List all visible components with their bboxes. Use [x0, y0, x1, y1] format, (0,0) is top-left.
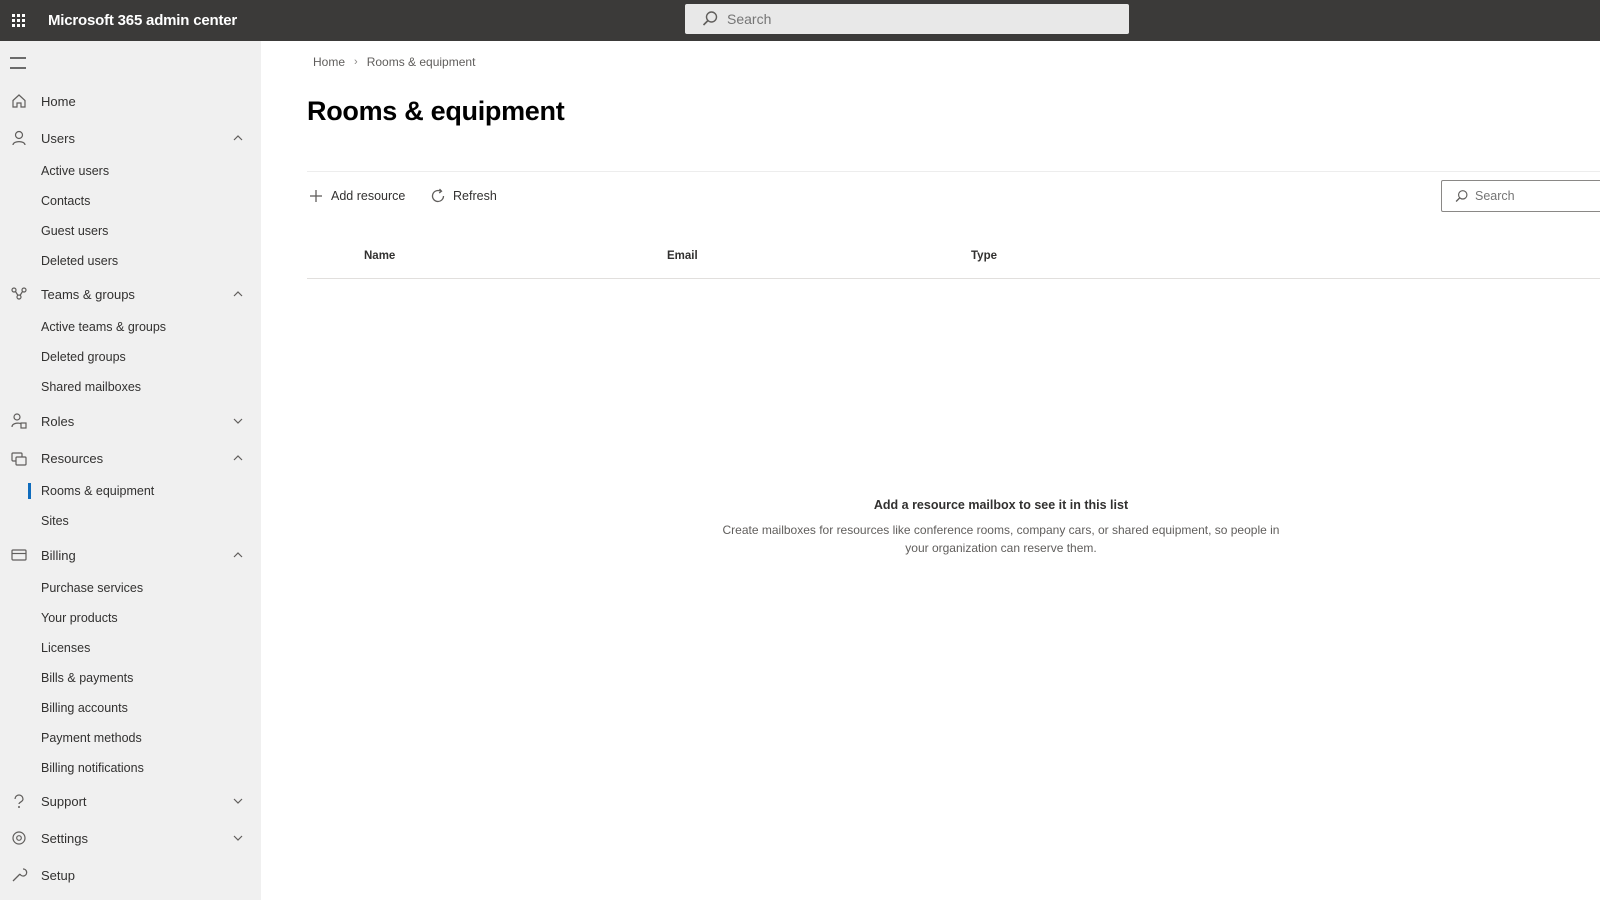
nav-subitem-billing-notifications[interactable]: Billing notifications [0, 754, 261, 782]
search-icon [1455, 189, 1468, 202]
nav-subitem-billing-accounts[interactable]: Billing accounts [0, 694, 261, 722]
refresh-icon [431, 188, 445, 203]
nav-subitem-label: Billing notifications [41, 761, 144, 775]
user-icon [12, 130, 26, 146]
roles-icon [11, 413, 27, 429]
chevron-right-icon: › [354, 56, 358, 68]
app-launcher-button[interactable] [0, 0, 36, 41]
nav-subitem-label: Active teams & groups [41, 320, 167, 334]
nav-subitem-label: Deleted users [41, 254, 119, 268]
header-divider [307, 278, 1600, 279]
chevron-down-icon[interactable] [232, 415, 244, 427]
nav-item-settings[interactable]: Settings [0, 823, 261, 853]
nav-subitem-deleted-groups[interactable]: Deleted groups [0, 343, 261, 371]
empty-state-title: Add a resource mailbox to see it in this… [873, 498, 1129, 512]
nav-item-billing[interactable]: Billing [0, 540, 261, 570]
billing-icon [11, 549, 27, 561]
gear-icon [12, 831, 26, 845]
nav-subitem-contacts[interactable]: Contacts [0, 187, 261, 215]
nav-subitem-label: Bills & payments [41, 671, 134, 685]
nav-item-label: Resources [41, 450, 104, 466]
nav-subitem-rooms-equipment[interactable]: Rooms & equipment [0, 477, 261, 505]
nav-subitem-label: Sites [41, 514, 69, 528]
breadcrumb-current: Rooms & equipment [366, 55, 476, 69]
resources-icon [11, 452, 27, 466]
nav-item-label: Teams & groups [41, 286, 135, 302]
top-bar: Microsoft 365 admin center [0, 0, 1600, 41]
nav-subitem-guest-users[interactable]: Guest users [0, 217, 261, 245]
nav-subitem-label: Deleted groups [41, 350, 126, 364]
nav-subitem-deleted-users[interactable]: Deleted users [0, 247, 261, 275]
main-content: Home › Rooms & equipment Rooms & equipme… [261, 41, 1600, 900]
left-navigation: Home Users Active users Contacts Guest u… [0, 41, 261, 900]
nav-subitem-purchase-services[interactable]: Purchase services [0, 574, 261, 602]
nav-subitem-sites[interactable]: Sites [0, 507, 261, 535]
nav-subitem-label: Payment methods [41, 731, 142, 745]
chevron-up-icon[interactable] [232, 549, 244, 561]
nav-subitem-bills-payments[interactable]: Bills & payments [0, 664, 261, 692]
refresh-label: Refresh [453, 189, 497, 203]
chevron-down-icon[interactable] [232, 832, 244, 844]
nav-item-home[interactable]: Home [0, 86, 261, 116]
nav-subitem-label: Rooms & equipment [41, 484, 155, 498]
waffle-icon [11, 14, 25, 27]
add-resource-label: Add resource [331, 189, 406, 203]
nav-subitem-label: Purchase services [41, 581, 144, 595]
setup-icon [12, 868, 28, 882]
nav-item-label: Support [41, 793, 87, 809]
page-title: Rooms & equipment [307, 96, 565, 126]
nav-subitem-label: Your products [41, 611, 118, 625]
nav-item-label: Billing [41, 547, 76, 563]
column-header-type[interactable]: Type [971, 250, 997, 262]
nav-item-label: Settings [41, 830, 88, 846]
nav-subitem-label: Contacts [41, 194, 91, 208]
empty-state: Add a resource mailbox to see it in this… [681, 498, 1321, 557]
groups-icon [11, 287, 27, 300]
column-header-email[interactable]: Email [667, 250, 698, 262]
empty-state-description: Create mailboxes for resources like conf… [722, 523, 1280, 555]
nav-item-users[interactable]: Users [0, 123, 261, 153]
nav-item-setup[interactable]: Setup [0, 860, 261, 890]
nav-item-roles[interactable]: Roles [0, 406, 261, 436]
nav-item-teams-groups[interactable]: Teams & groups [0, 279, 261, 309]
breadcrumb-home-link[interactable]: Home [313, 55, 345, 69]
global-search-box[interactable] [685, 4, 1129, 34]
nav-subitem-label: Licenses [41, 641, 91, 655]
list-search-box[interactable] [1441, 180, 1600, 212]
collapse-nav-button[interactable] [10, 57, 30, 69]
nav-item-label: Users [41, 130, 75, 146]
nav-subitem-active-users[interactable]: Active users [0, 157, 261, 185]
nav-subitem-your-products[interactable]: Your products [0, 604, 261, 632]
nav-subitem-licenses[interactable]: Licenses [0, 634, 261, 662]
nav-subitem-payment-methods[interactable]: Payment methods [0, 724, 261, 752]
chevron-up-icon[interactable] [232, 288, 244, 300]
global-search-input[interactable] [727, 11, 1107, 27]
app-title[interactable]: Microsoft 365 admin center [48, 12, 237, 29]
chevron-up-icon[interactable] [232, 452, 244, 464]
nav-subitem-label: Shared mailboxes [41, 380, 142, 394]
title-divider [307, 171, 1600, 172]
column-header-name[interactable]: Name [364, 250, 395, 262]
home-icon [12, 94, 26, 108]
nav-subitem-active-teams-groups[interactable]: Active teams & groups [0, 313, 261, 341]
nav-item-resources[interactable]: Resources [0, 443, 261, 473]
refresh-button[interactable]: Refresh [429, 181, 497, 211]
add-resource-button[interactable]: Add resource [307, 181, 405, 211]
add-icon [310, 190, 322, 202]
chevron-down-icon[interactable] [232, 795, 244, 807]
chevron-up-icon[interactable] [232, 132, 244, 144]
nav-item-label: Roles [41, 413, 75, 429]
nav-item-support[interactable]: Support [0, 786, 261, 816]
search-icon [702, 11, 718, 26]
support-icon [14, 794, 24, 808]
list-search-input[interactable] [1475, 189, 1600, 203]
nav-subitem-label: Guest users [41, 224, 109, 238]
nav-subitem-label: Billing accounts [41, 701, 128, 715]
nav-subitem-label: Active users [41, 164, 110, 178]
active-indicator [28, 483, 31, 499]
nav-item-label: Home [41, 93, 76, 109]
breadcrumb: Home › Rooms & equipment [313, 55, 475, 69]
nav-item-label: Setup [41, 867, 75, 883]
nav-subitem-shared-mailboxes[interactable]: Shared mailboxes [0, 373, 261, 401]
